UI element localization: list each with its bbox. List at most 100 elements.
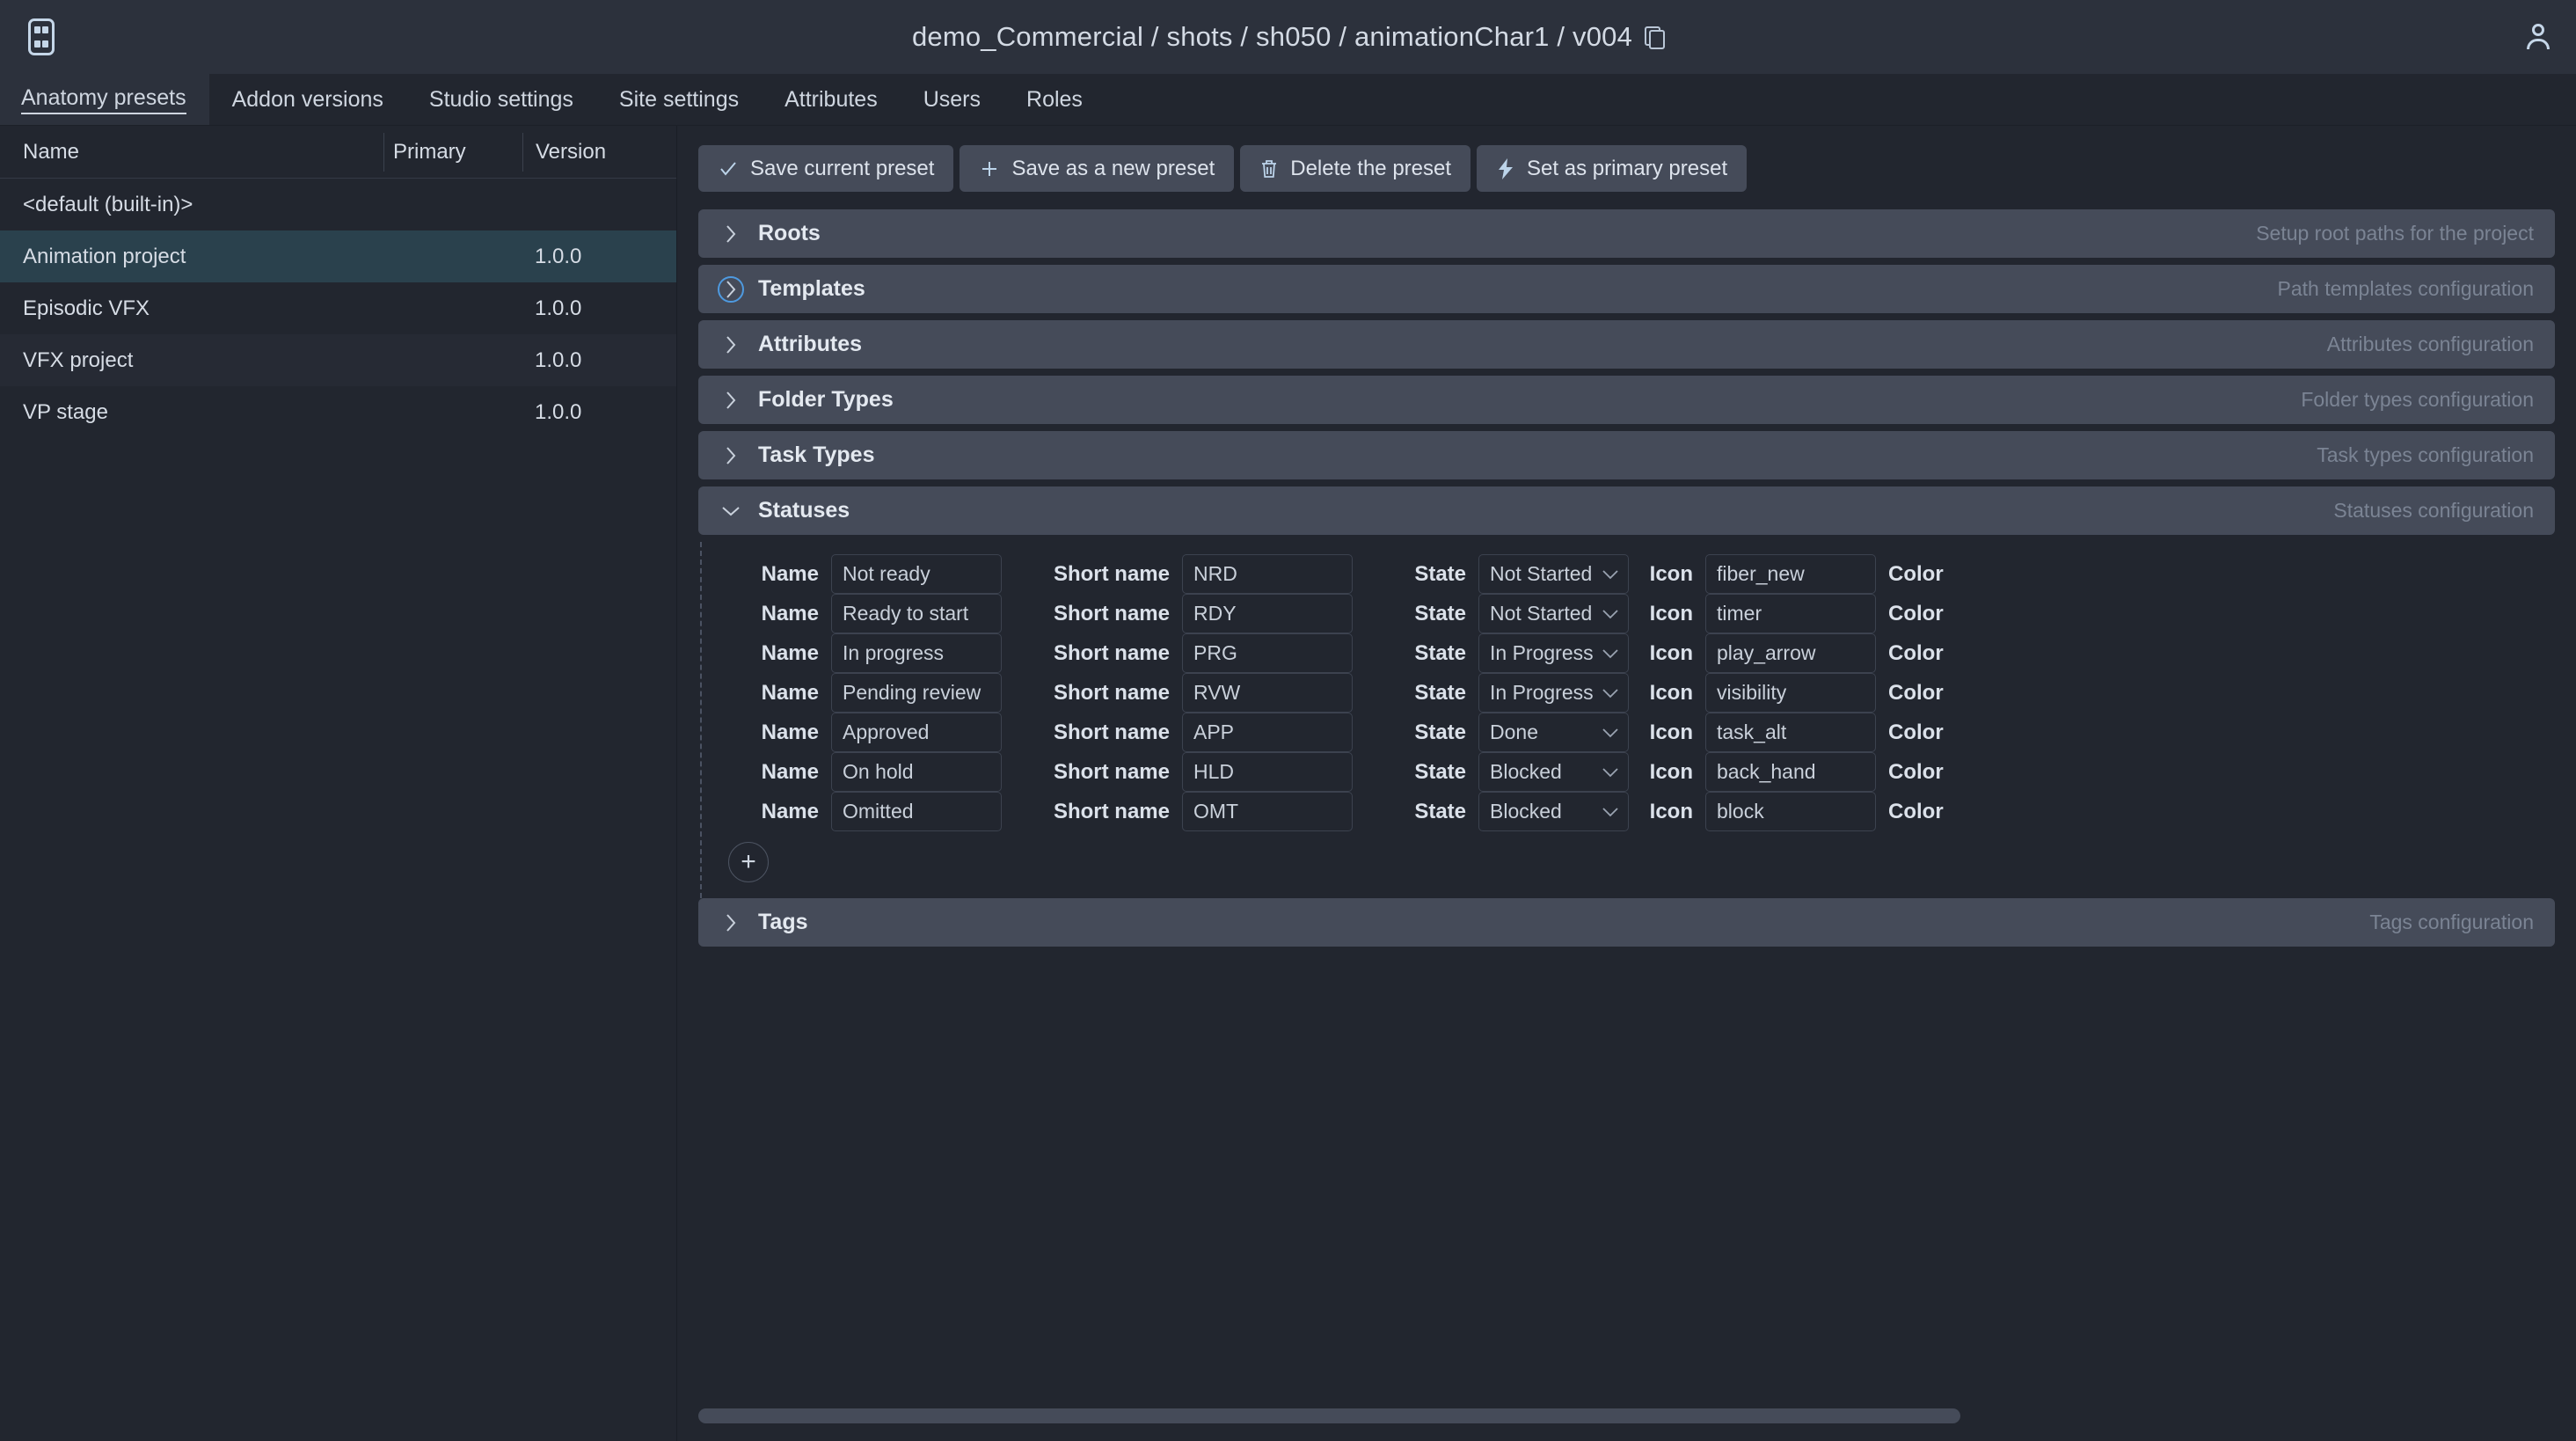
icon-label: Icon bbox=[1649, 640, 1693, 665]
tab-anatomy-presets[interactable]: Anatomy presets bbox=[0, 74, 209, 125]
anatomy-settings-panel: Save current preset Save as a new preset… bbox=[677, 126, 2576, 1441]
status-short-name-input[interactable]: RDY bbox=[1182, 594, 1353, 633]
delete-preset-button[interactable]: Delete the preset bbox=[1240, 145, 1471, 192]
status-row: Name Omitted Short name OMT State Blocke… bbox=[702, 792, 2555, 831]
icon-label: Icon bbox=[1649, 799, 1693, 823]
chevron-right-icon[interactable] bbox=[718, 221, 744, 247]
status-row: Name On hold Short name HLD State Blocke… bbox=[702, 752, 2555, 792]
chevron-down-icon bbox=[1602, 728, 1619, 738]
color-label: Color bbox=[1888, 680, 1944, 705]
status-row: Name In progress Short name PRG State In… bbox=[702, 633, 2555, 673]
chevron-right-icon[interactable] bbox=[718, 443, 744, 469]
table-row[interactable]: VFX project 1.0.0 bbox=[0, 334, 676, 386]
status-name-input[interactable]: Not ready bbox=[831, 554, 1002, 594]
preset-version: 1.0.0 bbox=[535, 244, 582, 268]
status-icon-input[interactable]: visibility bbox=[1705, 673, 1876, 713]
table-row[interactable]: VP stage 1.0.0 bbox=[0, 386, 676, 438]
status-icon-input[interactable]: task_alt bbox=[1705, 713, 1876, 752]
trash-icon bbox=[1259, 158, 1279, 179]
name-label: Name bbox=[761, 799, 819, 823]
status-state-select[interactable]: Blocked bbox=[1478, 792, 1629, 831]
status-name-input[interactable]: On hold bbox=[831, 752, 1002, 792]
section-templates[interactable]: Templates Path templates configuration bbox=[698, 265, 2555, 313]
state-value: In Progress bbox=[1490, 641, 1594, 664]
status-icon-input[interactable]: play_arrow bbox=[1705, 633, 1876, 673]
status-icon-input[interactable]: back_hand bbox=[1705, 752, 1876, 792]
column-header-name[interactable]: Name bbox=[0, 140, 383, 165]
icon-label: Icon bbox=[1649, 601, 1693, 625]
section-tags[interactable]: Tags Tags configuration bbox=[698, 898, 2555, 947]
tab-users[interactable]: Users bbox=[901, 74, 1003, 125]
section-folder-types[interactable]: Folder Types Folder types configuration bbox=[698, 376, 2555, 424]
status-name-input[interactable]: Pending review bbox=[831, 673, 1002, 713]
status-short-name-input[interactable]: OMT bbox=[1182, 792, 1353, 831]
table-row[interactable]: Episodic VFX 1.0.0 bbox=[0, 282, 676, 334]
state-label: State bbox=[1414, 601, 1466, 625]
status-state-select[interactable]: Blocked bbox=[1478, 752, 1629, 792]
table-row[interactable]: <default (built-in)> bbox=[0, 179, 676, 230]
chevron-down-icon[interactable] bbox=[718, 498, 744, 524]
status-state-select[interactable]: In Progress bbox=[1478, 673, 1629, 713]
horizontal-scrollbar[interactable] bbox=[698, 1393, 2555, 1441]
user-avatar-icon[interactable] bbox=[2523, 22, 2553, 52]
set-primary-preset-button[interactable]: Set as primary preset bbox=[1477, 145, 1748, 192]
status-name-input[interactable]: Approved bbox=[831, 713, 1002, 752]
section-attributes[interactable]: Attributes Attributes configuration bbox=[698, 320, 2555, 369]
add-status-button[interactable]: + bbox=[728, 842, 769, 882]
preset-version: 1.0.0 bbox=[535, 399, 582, 424]
status-short-name-input[interactable]: RVW bbox=[1182, 673, 1353, 713]
scrollbar-thumb[interactable] bbox=[698, 1408, 1961, 1423]
status-icon-input[interactable]: fiber_new bbox=[1705, 554, 1876, 594]
save-current-preset-button[interactable]: Save current preset bbox=[698, 145, 954, 192]
short-name-label: Short name bbox=[1053, 601, 1170, 625]
tab-studio-settings[interactable]: Studio settings bbox=[406, 74, 596, 125]
section-subtitle: Statuses configuration bbox=[2333, 499, 2534, 522]
section-task-types[interactable]: Task Types Task types configuration bbox=[698, 431, 2555, 479]
chevron-right-icon[interactable] bbox=[718, 275, 744, 303]
plus-icon bbox=[979, 158, 1000, 179]
column-header-version[interactable]: Version bbox=[522, 132, 676, 172]
status-short-name-input[interactable]: HLD bbox=[1182, 752, 1353, 792]
icon-label: Icon bbox=[1649, 720, 1693, 744]
chevron-right-icon[interactable] bbox=[718, 332, 744, 358]
ayon-logo-icon[interactable] bbox=[19, 15, 63, 59]
tab-attributes[interactable]: Attributes bbox=[762, 74, 901, 125]
chevron-down-icon bbox=[1602, 807, 1619, 817]
chevron-right-icon[interactable] bbox=[718, 910, 744, 936]
icon-label: Icon bbox=[1649, 561, 1693, 586]
section-roots[interactable]: Roots Setup root paths for the project bbox=[698, 209, 2555, 258]
save-as-new-preset-button[interactable]: Save as a new preset bbox=[960, 145, 1235, 192]
status-short-name-input[interactable]: NRD bbox=[1182, 554, 1353, 594]
state-label: State bbox=[1414, 680, 1466, 705]
status-name-input[interactable]: In progress bbox=[831, 633, 1002, 673]
section-title: Tags bbox=[758, 910, 808, 934]
status-state-select[interactable]: In Progress bbox=[1478, 633, 1629, 673]
copy-icon[interactable] bbox=[1645, 26, 1666, 49]
status-state-select[interactable]: Not Started bbox=[1478, 594, 1629, 633]
page-body: Name Primary Version <default (built-in)… bbox=[0, 126, 2576, 1441]
section-statuses[interactable]: Statuses Statuses configuration bbox=[698, 486, 2555, 535]
column-header-primary[interactable]: Primary bbox=[383, 132, 522, 172]
status-state-select[interactable]: Not Started bbox=[1478, 554, 1629, 594]
section-title: Roots bbox=[758, 221, 821, 245]
section-subtitle: Task types configuration bbox=[2317, 443, 2534, 466]
chevron-right-icon[interactable] bbox=[718, 387, 744, 413]
status-short-name-input[interactable]: APP bbox=[1182, 713, 1353, 752]
state-label: State bbox=[1414, 759, 1466, 784]
tab-addon-versions[interactable]: Addon versions bbox=[209, 74, 406, 125]
status-name-input[interactable]: Omitted bbox=[831, 792, 1002, 831]
status-state-select[interactable]: Done bbox=[1478, 713, 1629, 752]
table-row[interactable]: Animation project 1.0.0 bbox=[0, 230, 676, 282]
status-icon-input[interactable]: block bbox=[1705, 792, 1876, 831]
status-name-input[interactable]: Ready to start bbox=[831, 594, 1002, 633]
state-value: Not Started bbox=[1490, 562, 1593, 585]
status-row: Name Ready to start Short name RDY State… bbox=[702, 594, 2555, 633]
check-icon bbox=[718, 158, 739, 179]
status-icon-input[interactable]: timer bbox=[1705, 594, 1876, 633]
name-label: Name bbox=[761, 680, 819, 705]
status-row: Name Pending review Short name RVW State… bbox=[702, 673, 2555, 713]
tab-roles[interactable]: Roles bbox=[1003, 74, 1106, 125]
state-value: Done bbox=[1490, 720, 1538, 743]
tab-site-settings[interactable]: Site settings bbox=[596, 74, 762, 125]
status-short-name-input[interactable]: PRG bbox=[1182, 633, 1353, 673]
